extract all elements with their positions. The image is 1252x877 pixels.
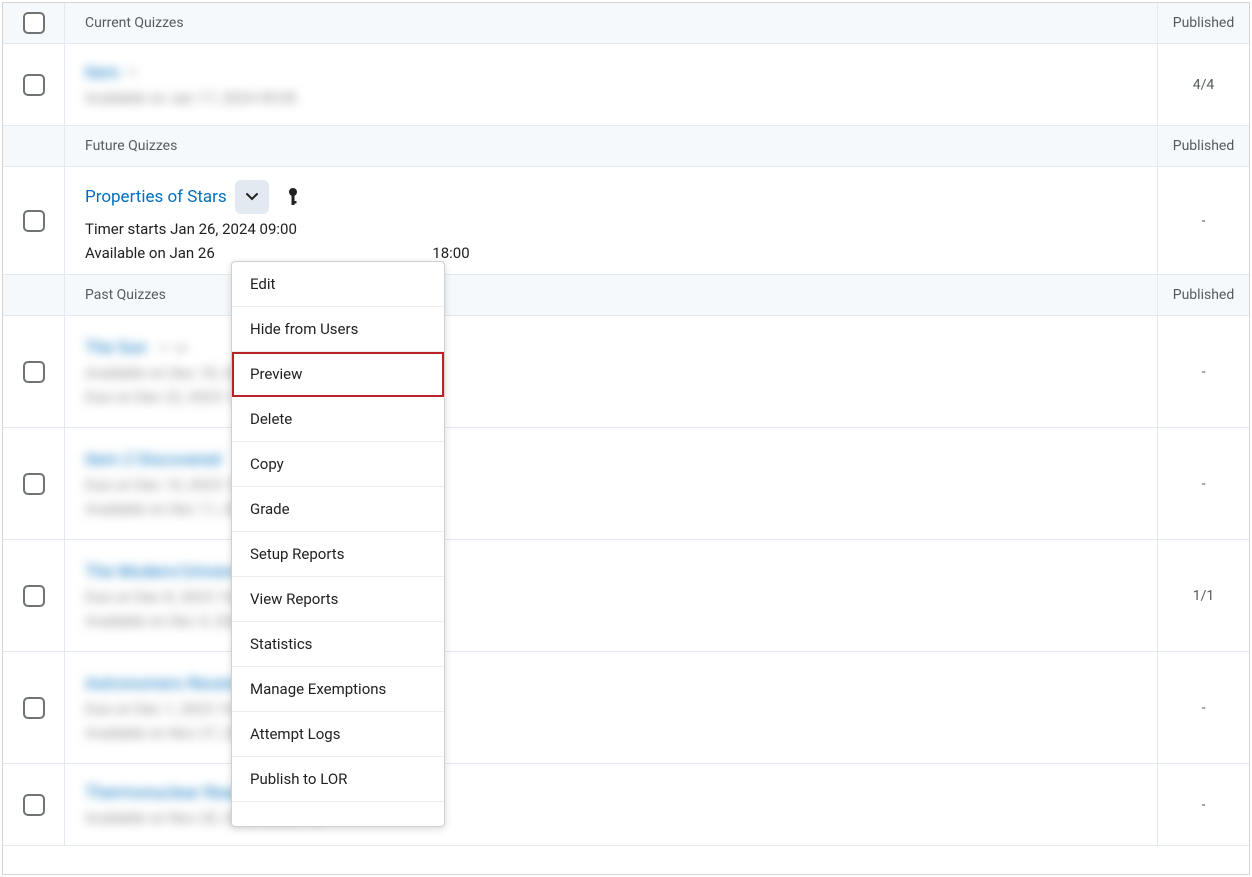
section-header-future: Future Quizzes Published (3, 126, 1249, 167)
section-header-current: Current Quizzes Published (3, 3, 1249, 44)
row-checkbox[interactable] (23, 585, 45, 607)
row-checkbox[interactable] (23, 794, 45, 816)
menu-item-publish-lor[interactable]: Publish to LOR (232, 757, 444, 802)
published-value: - (1157, 764, 1249, 845)
table-row: The Sun •• ▪▪ Available on Dec 18, 2023 … (3, 316, 1249, 428)
published-value: 1/1 (1157, 540, 1249, 651)
row-checkbox[interactable] (23, 210, 45, 232)
quiz-link[interactable]: The Modern/Universe (85, 562, 248, 582)
menu-item-setup-reports[interactable]: Setup Reports (232, 532, 444, 577)
menu-item-edit[interactable]: Edit (232, 262, 444, 307)
menu-item-view-reports[interactable]: View Reports (232, 577, 444, 622)
table-row: The Modern/Universe Due on Dec 8, 2023 1… (3, 540, 1249, 652)
menu-item-delete[interactable]: Delete (232, 397, 444, 442)
quiz-meta: Available on Jan 17, 2024 09:00 (85, 89, 1137, 107)
published-value: - (1157, 167, 1249, 274)
section-header-past: Past Quizzes Published (3, 275, 1249, 316)
published-value: - (1157, 652, 1249, 763)
table-row: Thermonuclear Reactions Yield •• ▪▪ Avai… (3, 764, 1249, 846)
quiz-link[interactable]: Item 2 Discovered (85, 450, 221, 470)
published-header: Published (1157, 126, 1249, 166)
row-checkbox[interactable] (23, 473, 45, 495)
chevron-down-icon (245, 190, 259, 204)
row-checkbox[interactable] (23, 697, 45, 719)
menu-item-manage-exemptions[interactable]: Manage Exemptions (232, 667, 444, 712)
quiz-link[interactable]: The Sun (85, 338, 147, 358)
table-row: Properties of Stars Timer starts Jan 26,… (3, 167, 1249, 275)
quiz-link[interactable]: Item (85, 63, 119, 83)
section-label: Current Quizzes (85, 15, 1137, 31)
row-checkbox[interactable] (23, 74, 45, 96)
quiz-meta-icon: •• (127, 64, 137, 82)
quiz-link-properties-of-stars[interactable]: Properties of Stars (85, 187, 227, 207)
menu-item-copy[interactable]: Copy (232, 442, 444, 487)
table-row: Astronomers Receiving Due on Dec 1, 2023… (3, 652, 1249, 764)
menu-item-preview[interactable]: Preview (232, 352, 444, 397)
quiz-availability: Available on Jan 26 18:00 (85, 244, 1137, 262)
menu-item-grade[interactable]: Grade (232, 487, 444, 532)
published-header: Published (1157, 275, 1249, 315)
select-all-current-checkbox[interactable] (23, 12, 45, 34)
quiz-actions-menu: Edit Hide from Users Preview Delete Copy… (231, 261, 445, 827)
menu-item-attempt-logs[interactable]: Attempt Logs (232, 712, 444, 757)
quiz-timer: Timer starts Jan 26, 2024 09:00 (85, 220, 1137, 238)
published-value: - (1157, 428, 1249, 539)
quiz-table: Current Quizzes Published Item •• Availa… (2, 2, 1250, 875)
section-label: Future Quizzes (85, 138, 1137, 154)
table-row: Item 2 Discovered Due on Dec 15, 2023 18… (3, 428, 1249, 540)
published-value: 4/4 (1157, 44, 1249, 125)
quiz-actions-dropdown[interactable] (235, 180, 269, 214)
published-value: - (1157, 316, 1249, 427)
row-checkbox[interactable] (23, 361, 45, 383)
menu-item-statistics[interactable]: Statistics (232, 622, 444, 667)
key-icon (285, 187, 301, 207)
table-row: Item •• Available on Jan 17, 2024 09:00 … (3, 44, 1249, 126)
menu-item-hide[interactable]: Hide from Users (232, 307, 444, 352)
published-header: Published (1157, 3, 1249, 43)
